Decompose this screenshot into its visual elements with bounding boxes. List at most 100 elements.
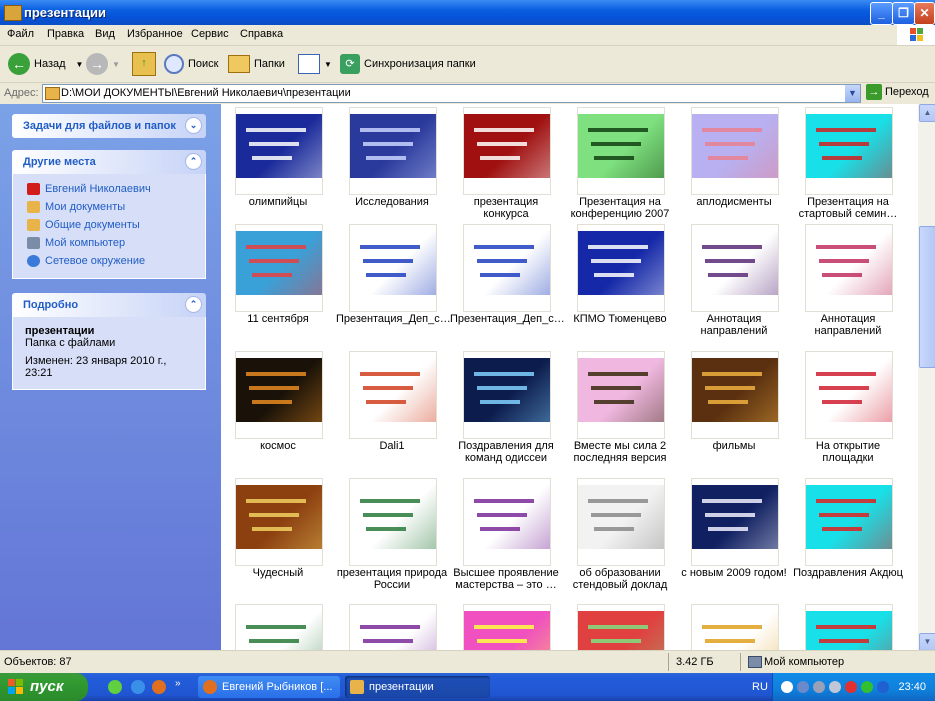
preview-line [819,639,869,643]
file-item[interactable]: 11 сентября [222,224,334,349]
preview-line [474,245,534,249]
preview-line [705,386,755,390]
file-item[interactable]: Презентация на конференцию 2007 [564,107,676,232]
place-item-evgeny[interactable]: Евгений Николаевич [13,180,205,198]
file-item[interactable]: Аннотация направлений [678,224,790,349]
folders-button[interactable]: Папки [228,51,285,77]
file-item[interactable]: Высшее проявление мастерства – это … [450,478,562,603]
places-panel-header[interactable]: Другие места ⌃ [12,150,206,174]
file-item[interactable] [222,604,334,650]
file-item[interactable]: На открытие площадки [792,351,904,476]
address-input[interactable]: D:\МОИ ДОКУМЕНТЫ\Евгений Николаевич\през… [42,84,861,103]
scroll-thumb[interactable] [919,226,935,368]
maximize-button[interactable]: ❐ [892,2,915,25]
slide-preview-image [236,114,322,178]
tray-network-icon[interactable] [797,681,809,693]
preview-line [477,513,527,517]
file-item[interactable]: презентация природа России [336,478,448,603]
tray-update-icon[interactable] [861,681,873,693]
chevron-down-icon: ▼ [324,59,332,69]
tray-volume-icon[interactable] [829,681,841,693]
forward-button[interactable]: → ▼ [86,51,120,77]
places-list: Евгений Николаевич Мои документы Общие д… [12,174,206,279]
preview-line [246,128,306,132]
vertical-scrollbar[interactable]: ▲ ▼ [918,104,935,651]
file-item[interactable]: Презентация на стартовый семин… [792,107,904,232]
file-item[interactable] [564,604,676,650]
language-indicator[interactable]: RU [752,681,768,693]
file-item[interactable]: Вместе мы сила 2 последняя версия [564,351,676,476]
preview-line [477,259,527,263]
back-label: Назад [34,58,66,70]
menu-view[interactable]: Вид [95,28,115,40]
menu-help[interactable]: Справка [240,28,283,40]
file-item[interactable]: олимпийцы [222,107,334,232]
file-item[interactable]: Dali1 [336,351,448,476]
file-item[interactable]: Чудесный [222,478,334,603]
go-button[interactable]: → Переход [866,84,929,100]
file-item[interactable]: аплодисменты [678,107,790,232]
place-item-network[interactable]: Сетевое окружение [13,252,205,270]
collapse-icon[interactable]: ⌃ [185,153,202,170]
place-item-shared-documents[interactable]: Общие документы [13,216,205,234]
file-item[interactable]: фильмы [678,351,790,476]
file-item[interactable] [450,604,562,650]
search-button[interactable]: Поиск [164,51,218,77]
file-item[interactable] [792,604,904,650]
address-dropdown-button[interactable]: ▼ [845,85,860,102]
file-item[interactable] [336,604,448,650]
menu-file[interactable]: Файл [7,28,34,40]
menu-favorites[interactable]: Избранное [127,28,183,40]
preview-line [366,273,406,277]
quicklaunch-app-icon[interactable] [108,680,122,694]
place-item-my-documents[interactable]: Мои документы [13,198,205,216]
file-item[interactable]: презентация конкурса [450,107,562,232]
views-button[interactable]: ▼ [298,51,332,77]
menu-edit[interactable]: Правка [47,28,84,40]
tasks-panel-header[interactable]: Задачи для файлов и папок ⌄ [12,114,206,138]
taskbar-item-browser[interactable]: Евгений Рыбников [... [198,676,340,698]
file-item[interactable]: космос [222,351,334,476]
file-item[interactable] [678,604,790,650]
start-button[interactable]: пуск [0,673,88,701]
file-name: Исследования [355,196,429,208]
file-item[interactable]: Презентация_Деп_с… [336,224,451,349]
places-panel-title: Другие места [23,156,96,168]
scroll-up-arrow[interactable]: ▲ [919,104,935,122]
close-button[interactable]: ✕ [914,2,935,25]
tray-monitor-icon[interactable] [813,681,825,693]
file-item[interactable]: Аннотация направлений [792,224,904,349]
back-button[interactable]: ← Назад ▼ [8,51,83,77]
file-name: Чудесный [252,567,304,579]
sync-button[interactable]: ⟳ Синхронизация папки [340,51,476,77]
quicklaunch-firefox-icon[interactable] [152,680,166,694]
file-item[interactable]: Поздравления Акдюц [792,478,904,603]
scroll-down-arrow[interactable]: ▼ [919,633,935,651]
folders-label: Папки [254,58,285,70]
expand-icon[interactable]: ⌄ [185,117,202,134]
file-item[interactable]: об образовании стендовый доклад [564,478,676,603]
slide-preview-image [236,358,322,422]
file-item[interactable]: Поздравления для команд одиссеи [450,351,562,476]
menu-tools[interactable]: Сервис [191,28,229,40]
file-item[interactable]: Исследования [336,107,448,232]
preview-line [363,386,413,390]
tray-antivirus-icon[interactable] [845,681,857,693]
taskbar-item-folder[interactable]: презентации [345,676,490,698]
preview-line [708,400,748,404]
quicklaunch-ie-icon[interactable] [131,680,145,694]
file-item[interactable]: КПМО Тюменцево [564,224,676,349]
up-button[interactable]: ↑ [132,51,156,77]
details-panel-header[interactable]: Подробно ⌃ [12,293,206,317]
quicklaunch-more-icon[interactable]: » [175,678,181,689]
tray-app-icon[interactable] [877,681,889,693]
place-item-my-computer[interactable]: Мой компьютер [13,234,205,252]
preview-line [594,156,634,160]
tray-back-icon[interactable] [781,681,793,693]
details-panel: Подробно ⌃ презентации Папка с файлами И… [12,293,206,390]
collapse-icon[interactable]: ⌃ [185,296,202,313]
file-item[interactable]: Презентация_Деп_с… [450,224,565,349]
slide-preview-image [692,358,778,422]
minimize-button[interactable]: _ [870,2,893,25]
file-item[interactable]: с новым 2009 годом! [678,478,790,603]
